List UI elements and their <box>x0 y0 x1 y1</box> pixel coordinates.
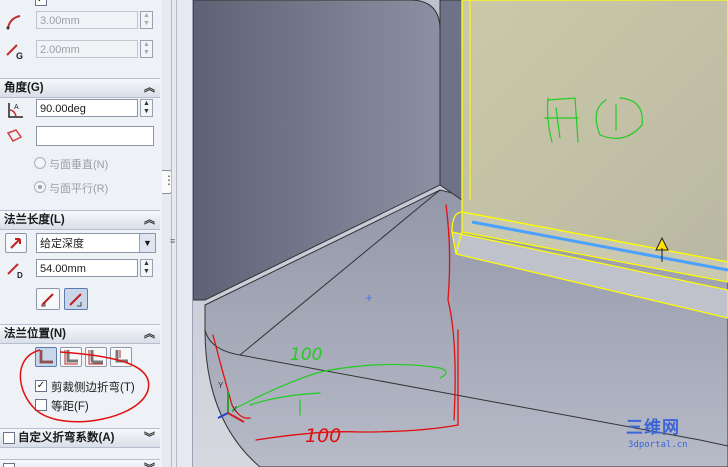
watermark-url: 3dportal.cn <box>628 440 688 450</box>
divider <box>176 0 177 467</box>
panel-splitter[interactable]: ≡ <box>162 0 193 467</box>
annotation-100-red: 100 <box>305 425 342 447</box>
annotation-100-green: 100 <box>290 345 323 365</box>
svg-text:X: X <box>232 405 238 414</box>
model-viewport[interactable]: Y X <box>193 0 728 467</box>
scroll-grip-icon[interactable]: ≡ <box>170 236 175 246</box>
divider <box>171 0 172 467</box>
red-highlight-circle <box>19 349 150 423</box>
watermark-brand: 三维网 <box>626 418 680 438</box>
svg-text:Y: Y <box>218 381 224 390</box>
